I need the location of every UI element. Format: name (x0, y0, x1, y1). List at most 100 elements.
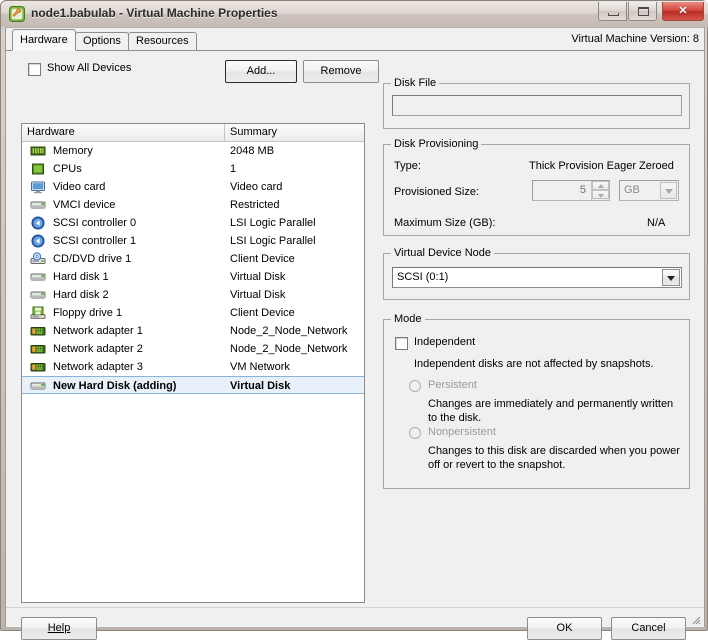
minimize-button[interactable] (598, 2, 627, 21)
help-button[interactable]: Help (21, 617, 97, 640)
disk-file-group-title: Disk File (391, 77, 440, 89)
window-title: node1.babulab - Virtual Machine Properti… (31, 6, 278, 20)
hardware-row-summary: Restricted (230, 199, 280, 211)
hardware-row[interactable]: SCSI controller 1 LSI Logic Parallel (22, 232, 364, 250)
type-label: Type: (394, 160, 421, 172)
hardware-row-summary: Virtual Disk (230, 380, 291, 392)
persistent-radio (409, 380, 421, 392)
cancel-button[interactable]: Cancel (611, 617, 686, 640)
hardware-row[interactable]: Hard disk 2 Virtual Disk (22, 286, 364, 304)
virtual-device-node-select[interactable]: SCSI (0:1) (392, 267, 682, 288)
nonpersistent-label: Nonpersistent (428, 426, 496, 438)
remove-device-button[interactable]: Remove (303, 60, 379, 83)
hardware-row-name: Hard disk 1 (53, 271, 109, 283)
hardware-row-summary: Client Device (230, 253, 295, 265)
hardware-panel: Show All Devices Add... Remove Hardware … (6, 51, 704, 640)
hardware-row[interactable]: Hard disk 1 Virtual Disk (22, 268, 364, 286)
disk-file-group: Disk File (383, 77, 690, 129)
hardware-row-name: Network adapter 1 (53, 325, 143, 337)
hardware-row-name: VMCI device (53, 199, 116, 211)
video-card-icon (31, 181, 45, 194)
disk-file-input[interactable] (392, 95, 682, 116)
maximize-button[interactable] (628, 2, 657, 21)
hardware-row-name: Network adapter 2 (53, 343, 143, 355)
provisioned-size-unit-select: GB (619, 180, 679, 201)
hardware-row-name: New Hard Disk (adding) (53, 380, 177, 392)
hard-disk-icon (30, 273, 46, 281)
disk-provisioning-group: Disk Provisioning Type: Thick Provision … (383, 138, 690, 236)
hardware-row-summary: 1 (230, 163, 237, 175)
tab-resources[interactable]: Resources (128, 32, 197, 51)
maximize-icon (638, 7, 649, 16)
hardware-row[interactable]: New Hard Disk (adding) Virtual Disk (22, 376, 364, 394)
hardware-row-name: SCSI controller 0 (53, 217, 137, 229)
persistent-description: Changes are immediately and permanently … (428, 398, 674, 424)
hardware-list[interactable]: Hardware Summary Memory 2048 MB CPUs 1 Video… (21, 123, 365, 603)
column-header-summary[interactable]: Summary (225, 124, 364, 141)
virtual-device-node-group: Virtual Device Node SCSI (0:1) (383, 247, 690, 300)
hardware-row-summary: LSI Logic Parallel (230, 217, 316, 229)
close-button[interactable]: ✕ (662, 2, 704, 21)
column-header-hardware[interactable]: Hardware (22, 124, 225, 141)
hardware-list-body: Memory 2048 MB CPUs 1 Video card Video card VM… (22, 142, 364, 602)
chevron-down-icon (660, 182, 677, 199)
nonpersistent-radio (409, 427, 421, 439)
floppy-drive-icon (30, 306, 46, 319)
maximum-size-label: Maximum Size (GB): (394, 217, 496, 229)
independent-description: Independent disks are not affected by sn… (414, 358, 654, 370)
tab-resources-label: Resources (136, 35, 189, 47)
hardware-row-name: Video card (53, 181, 106, 193)
vm-version-label: Virtual Machine Version: 8 (571, 33, 699, 45)
minimize-icon (608, 13, 619, 16)
stepper-up-icon (592, 181, 609, 190)
hardware-row-name: SCSI controller 1 (53, 235, 137, 247)
add-device-button[interactable]: Add... (225, 60, 297, 83)
cd-dvd-drive-icon (30, 252, 46, 264)
hardware-row[interactable]: SCSI controller 0 LSI Logic Parallel (22, 214, 364, 232)
vmware-vm-icon (9, 6, 25, 22)
hardware-row-name: Memory (53, 145, 93, 157)
dialog-client-area: Hardware Options Resources Virtual Machi… (5, 27, 705, 640)
hardware-row-summary: Client Device (230, 307, 295, 319)
provisioned-size-label: Provisioned Size: (394, 186, 479, 198)
provisioned-size-unit-value: GB (624, 184, 640, 196)
mode-group-title: Mode (391, 313, 425, 325)
hardware-row-summary: Virtual Disk (230, 289, 286, 301)
provisioned-size-arrows (591, 181, 609, 200)
maximum-size-value: N/A (647, 217, 666, 229)
nonpersistent-description: Changes to this disk are discarded when … (428, 445, 680, 471)
hardware-row[interactable]: Network adapter 3 VM Network (22, 358, 364, 376)
title-bar[interactable]: node1.babulab - Virtual Machine Properti… (1, 1, 708, 27)
hard-disk-icon (30, 382, 46, 390)
hardware-list-header: Hardware Summary (22, 124, 364, 142)
virtual-device-node-value: SCSI (0:1) (397, 271, 449, 283)
hardware-row-name: CPUs (53, 163, 82, 175)
ok-button[interactable]: OK (527, 617, 602, 640)
hardware-row[interactable]: VMCI device Restricted (22, 196, 364, 214)
mode-group: Mode Independent Independent disks are n… (383, 313, 690, 489)
tab-options-label: Options (83, 35, 121, 47)
hardware-row[interactable]: Memory 2048 MB (22, 142, 364, 160)
disk-provisioning-group-title: Disk Provisioning (391, 138, 482, 150)
hardware-row[interactable]: CD/DVD drive 1 Client Device (22, 250, 364, 268)
hardware-row[interactable]: Network adapter 2 Node_2_Node_Network (22, 340, 364, 358)
tab-hardware[interactable]: Hardware (12, 29, 76, 51)
memory-icon (30, 146, 46, 156)
hardware-row[interactable]: Video card Video card (22, 178, 364, 196)
tab-options[interactable]: Options (75, 32, 129, 51)
hardware-row-summary: VM Network (230, 361, 290, 373)
hardware-row[interactable]: CPUs 1 (22, 160, 364, 178)
hardware-row[interactable]: Network adapter 1 Node_2_Node_Network (22, 322, 364, 340)
show-all-devices-checkbox[interactable] (28, 63, 41, 76)
tab-strip: Hardware Options Resources Virtual Machi… (6, 28, 704, 51)
independent-checkbox[interactable] (395, 337, 408, 350)
device-toolbar: Show All Devices Add... Remove (21, 59, 379, 83)
resize-grip[interactable] (689, 613, 701, 625)
hardware-row[interactable]: Floppy drive 1 Client Device (22, 304, 364, 322)
hard-disk-icon (30, 291, 46, 299)
hardware-row-name: Floppy drive 1 (53, 307, 123, 319)
hardware-row-name: CD/DVD drive 1 (53, 253, 132, 265)
show-all-devices-label: Show All Devices (47, 62, 132, 74)
chevron-down-icon[interactable] (662, 269, 680, 286)
hardware-row-name: Network adapter 3 (53, 361, 143, 373)
